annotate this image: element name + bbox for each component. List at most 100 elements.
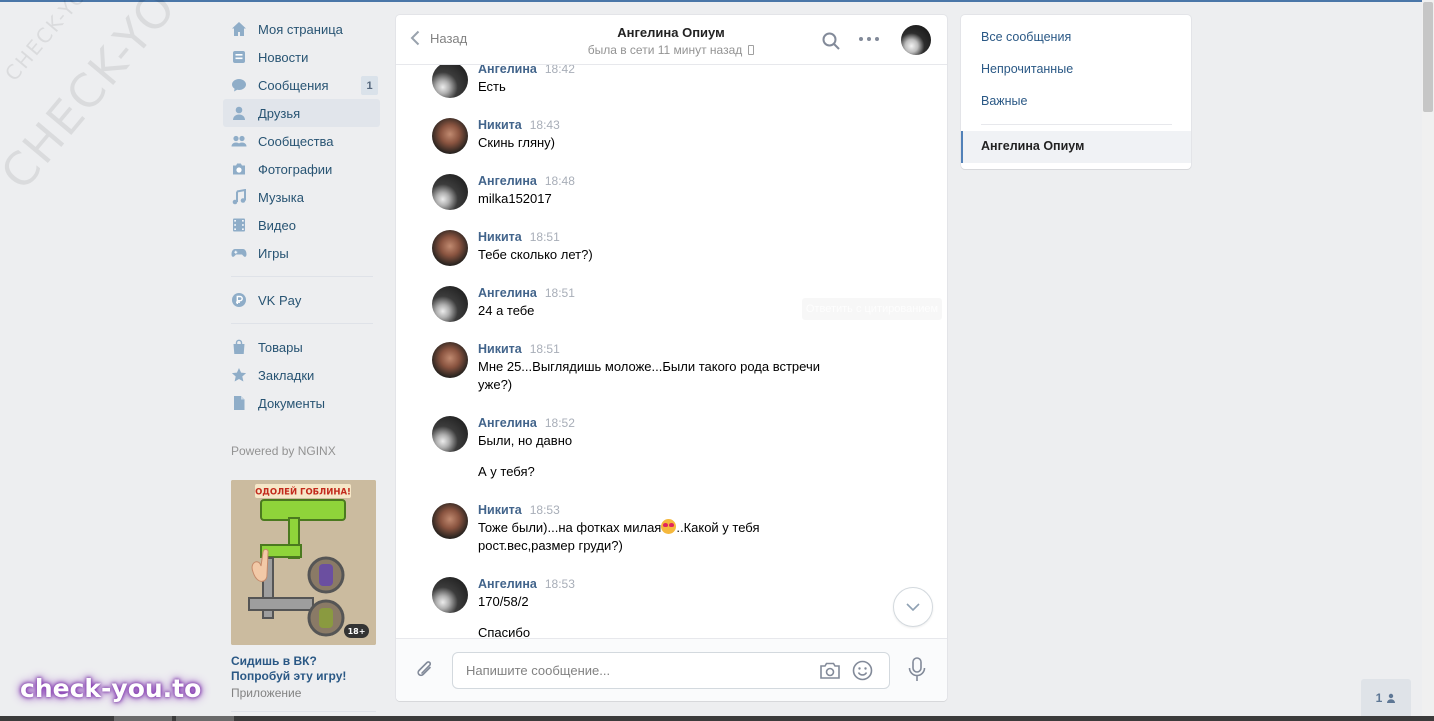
- active-conversation-item[interactable]: Ангелина Опиум: [961, 131, 1191, 163]
- vkpay-icon: [231, 292, 247, 308]
- nav-vk-pay[interactable]: VK Pay: [223, 286, 380, 314]
- message-author[interactable]: Никита: [478, 342, 522, 356]
- nav-divider: [231, 323, 373, 324]
- chat-panel: Назад Ангелина Опиум была в сети 11 мину…: [396, 15, 947, 701]
- avatar[interactable]: [432, 286, 468, 322]
- message-time[interactable]: 18:42: [545, 65, 575, 76]
- taskbar-item[interactable]: [114, 716, 172, 721]
- back-label: Назад: [430, 30, 468, 46]
- message-text: Спасибо: [478, 625, 531, 638]
- chevron-down-icon: [906, 603, 920, 611]
- ad-subtitle: Приложение: [231, 686, 302, 700]
- message-time[interactable]: 18:51: [530, 342, 560, 356]
- message-text: Тебе сколько лет?): [478, 247, 593, 262]
- message-time[interactable]: 18:52: [545, 416, 575, 430]
- message-author[interactable]: Ангелина: [478, 286, 537, 300]
- ad-game-illustration: ОДОЛЕЙ ГОБЛИНА! 18+: [231, 480, 376, 645]
- nav-messages[interactable]: Сообщения 1: [223, 71, 380, 99]
- message-time[interactable]: 18:51: [545, 286, 575, 300]
- news-icon: [231, 49, 247, 65]
- avatar[interactable]: [432, 577, 468, 613]
- scroll-down-button[interactable]: [893, 587, 933, 627]
- nav-label: Сообщества: [258, 133, 334, 149]
- message-author[interactable]: Никита: [478, 230, 522, 244]
- peer-info[interactable]: Ангелина Опиум была в сети 11 минут наза…: [546, 25, 796, 57]
- messages-count-badge: 1: [361, 76, 378, 95]
- peer-name: Ангелина Опиум: [617, 25, 725, 40]
- message-text: Были, но давно: [478, 433, 573, 448]
- messages-icon: [231, 77, 247, 93]
- message-time[interactable]: 18:51: [530, 230, 560, 244]
- page-scrollbar[interactable]: [1422, 0, 1434, 716]
- nav-photos[interactable]: Фотографии: [223, 155, 380, 183]
- ad-title[interactable]: Сидишь в ВК? Попробуй эту игру!: [231, 654, 376, 684]
- avatar[interactable]: [432, 230, 468, 266]
- nav-goods[interactable]: Товары: [223, 333, 380, 361]
- message-time[interactable]: 18:53: [545, 577, 575, 591]
- microphone-icon[interactable]: [908, 657, 926, 683]
- peer-status: была в сети 11 минут назад: [546, 43, 796, 57]
- avatar[interactable]: [432, 174, 468, 210]
- ad-block[interactable]: ОДОЛЕЙ ГОБЛИНА! 18+ Сидишь в ВК? Попробу…: [231, 480, 376, 712]
- top-accent-line: [0, 0, 1422, 2]
- gamepad-icon: [231, 245, 247, 261]
- message-author[interactable]: Ангелина: [478, 65, 537, 76]
- bag-icon: [231, 339, 247, 355]
- nav-groups[interactable]: Сообщества: [223, 127, 380, 155]
- chevron-left-icon: [410, 30, 420, 46]
- peer-avatar[interactable]: [901, 25, 931, 55]
- filter-all-messages[interactable]: Все сообщения: [981, 30, 1071, 44]
- camera-icon: [231, 161, 247, 177]
- filter-important[interactable]: Важные: [981, 94, 1028, 108]
- avatar[interactable]: [432, 503, 468, 539]
- nav-video[interactable]: Видео: [223, 211, 380, 239]
- person-icon: [1387, 693, 1396, 703]
- os-taskbar: [0, 716, 1434, 721]
- message-history[interactable]: Ангелина 18:42 Есть Никита 18:43 Скинь гля…: [396, 65, 947, 638]
- avatar[interactable]: [432, 118, 468, 154]
- avatar[interactable]: [432, 65, 468, 98]
- active-conversation-name: Ангелина Опиум: [981, 139, 1085, 153]
- emoji-icon[interactable]: [852, 660, 873, 681]
- nav-games[interactable]: Игры: [223, 239, 380, 267]
- camera-icon[interactable]: [819, 661, 841, 681]
- message-author[interactable]: Никита: [478, 503, 522, 517]
- more-actions-icon[interactable]: [859, 37, 879, 43]
- message-time[interactable]: 18:43: [530, 118, 560, 132]
- nav-music[interactable]: Музыка: [223, 183, 380, 211]
- filter-unread[interactable]: Непрочитанные: [981, 62, 1073, 76]
- message-text-part: Тоже были)...на фотках милая: [478, 520, 662, 535]
- nav-label: Моя страница: [258, 21, 343, 37]
- friends-online-count: 1: [1375, 690, 1383, 705]
- back-button[interactable]: Назад: [410, 30, 467, 46]
- nav-my-page[interactable]: Моя страница: [223, 15, 380, 43]
- nav-friends[interactable]: Друзья: [223, 99, 380, 127]
- taskbar-item[interactable]: [176, 716, 234, 721]
- ad-age-label: 18+: [348, 627, 366, 636]
- friends-online-button[interactable]: 1: [1361, 679, 1411, 716]
- search-icon[interactable]: [821, 31, 841, 51]
- nav-bookmarks[interactable]: Закладки: [223, 361, 380, 389]
- music-icon: [231, 189, 247, 205]
- message-time[interactable]: 18:48: [545, 174, 575, 188]
- message-author[interactable]: Ангелина: [478, 416, 537, 430]
- nav-label: Видео: [258, 217, 296, 233]
- message-author[interactable]: Ангелина: [478, 577, 537, 591]
- video-icon: [231, 217, 247, 233]
- message-composer: [396, 638, 947, 701]
- messages-filter-panel: Все сообщения Непрочитанные Важные Ангел…: [961, 15, 1191, 169]
- avatar[interactable]: [432, 416, 468, 452]
- home-icon: [231, 21, 247, 37]
- scrollbar-thumb[interactable]: [1423, 2, 1433, 112]
- ad-banner-text: ОДОЛЕЙ ГОБЛИНА!: [255, 486, 351, 498]
- paperclip-icon[interactable]: [414, 659, 436, 681]
- nav-news[interactable]: Новости: [223, 43, 380, 71]
- avatar[interactable]: [432, 342, 468, 378]
- nav-documents[interactable]: Документы: [223, 389, 380, 417]
- star-icon: [231, 367, 247, 383]
- nav-label: Фотографии: [258, 161, 333, 177]
- message-author[interactable]: Ангелина: [478, 174, 537, 188]
- ad-image[interactable]: ОДОЛЕЙ ГОБЛИНА! 18+: [231, 480, 376, 645]
- message-author[interactable]: Никита: [478, 118, 522, 132]
- message-time[interactable]: 18:53: [530, 503, 560, 517]
